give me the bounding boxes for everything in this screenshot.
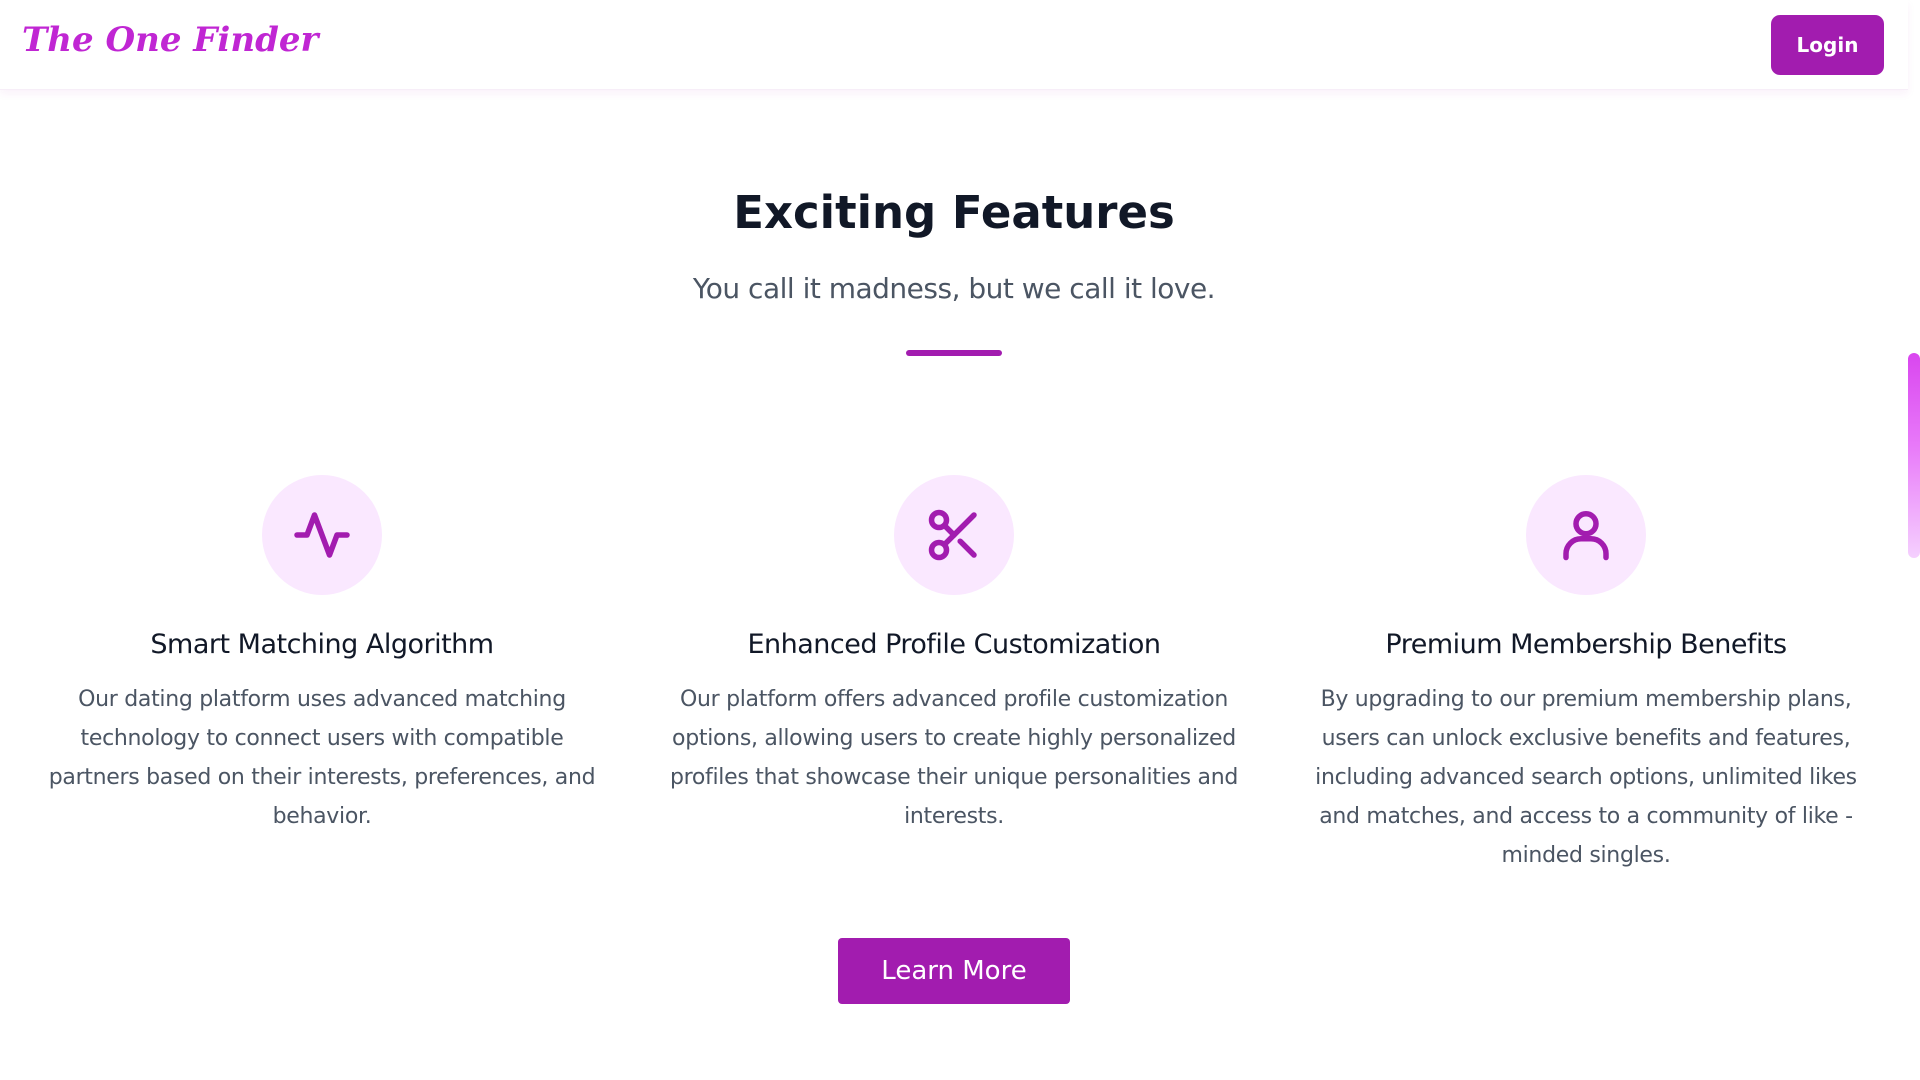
feature-description: Our dating platform uses advanced matchi… (48, 687, 596, 829)
feature-icon-badge (894, 475, 1014, 595)
learn-more-button[interactable]: Learn More (838, 938, 1070, 1004)
activity-icon (294, 512, 350, 558)
section-title: Exciting Features (733, 186, 1175, 239)
login-button[interactable]: Login (1771, 15, 1884, 75)
feature-card-smart-matching: Smart Matching Algorithm Our dating plat… (22, 475, 622, 836)
scissors-icon (928, 509, 977, 561)
user-icon (1563, 511, 1609, 561)
feature-icon-badge (1526, 475, 1646, 595)
title-divider (906, 350, 1002, 356)
site-logo[interactable]: The One Finder (22, 20, 318, 60)
feature-title: Premium Membership Benefits (1385, 629, 1787, 660)
feature-title: Smart Matching Algorithm (150, 629, 494, 660)
feature-card-premium-membership: Premium Membership Benefits By upgrading… (1286, 475, 1886, 875)
feature-card-profile-customization: Enhanced Profile Customization Our platf… (654, 475, 1254, 836)
section-subtitle: You call it madness, but we call it love… (692, 272, 1216, 305)
scrollbar-thumb[interactable] (1908, 353, 1920, 558)
feature-description: Our platform offers advanced profile cus… (669, 687, 1239, 829)
feature-description: By upgrading to our premium membership p… (1315, 687, 1857, 868)
feature-title: Enhanced Profile Customization (747, 629, 1161, 660)
feature-icon-badge (262, 475, 382, 595)
navbar: The One Finder Login (0, 0, 1908, 90)
